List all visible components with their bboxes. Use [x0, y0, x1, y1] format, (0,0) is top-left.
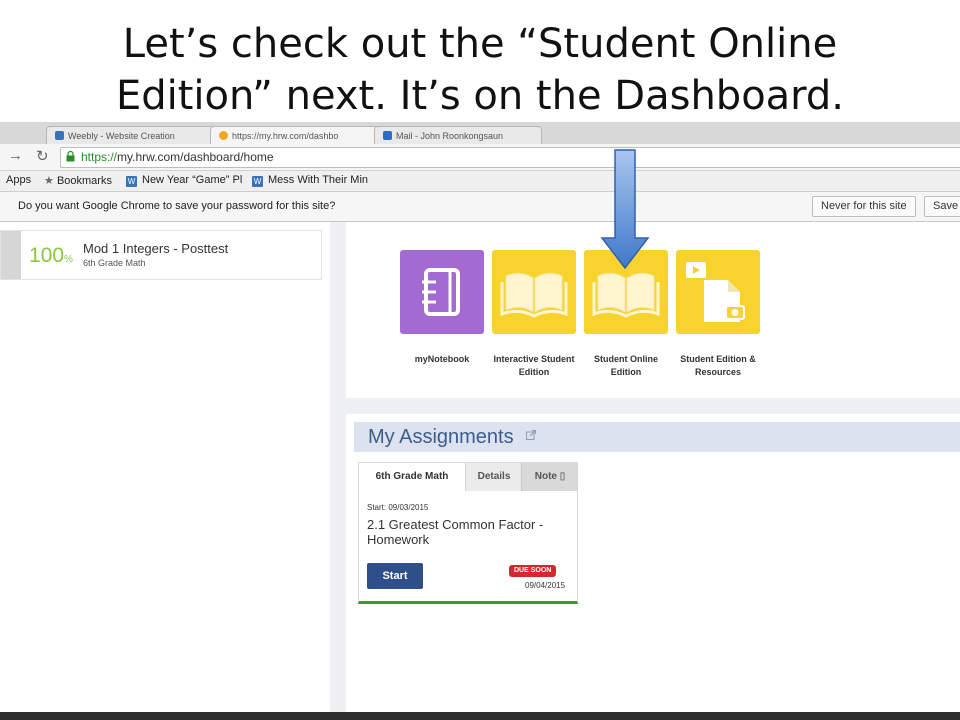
- tab-mail[interactable]: Mail - John Roonkongsaun: [374, 126, 542, 144]
- tab-mail-label: Mail - John Roonkongsaun: [396, 131, 504, 141]
- weebly-favicon-icon: [55, 131, 64, 140]
- url-path: my.hrw.com/dashboard/home: [117, 150, 274, 164]
- wordpress-icon: W: [252, 176, 263, 187]
- slide-title: Let’s check out the “Student Online Edit…: [0, 18, 960, 122]
- tab-hrw[interactable]: https://my.hrw.com/dashbo: [210, 126, 378, 144]
- tab-note[interactable]: Note ▯: [521, 463, 578, 491]
- app-tile-student-edition-resources[interactable]: [676, 250, 760, 334]
- browser-tabstrip: Weebly - Website Creation https://my.hrw…: [0, 122, 960, 144]
- assignment-start-button[interactable]: Start: [367, 563, 423, 589]
- bookmark-apps[interactable]: Apps: [6, 174, 31, 186]
- dashboard-page: 100% Mod 1 Integers - Posttest 6th Grade…: [0, 222, 960, 712]
- password-infobar: Do you want Google Chrome to save your p…: [0, 192, 960, 222]
- left-column: 100% Mod 1 Integers - Posttest 6th Grade…: [0, 222, 330, 712]
- result-subtitle: 6th Grade Math: [83, 258, 146, 268]
- url-scheme: https://: [81, 150, 118, 164]
- bookmark-mess-with-their-mind[interactable]: W Mess With Their Min: [252, 174, 368, 187]
- assignment-name: 2.1 Greatest Common Factor - Homework: [367, 517, 544, 547]
- mail-favicon-icon: [383, 131, 392, 140]
- due-soon-badge: DUE SOON: [509, 565, 557, 577]
- lock-icon: [66, 151, 75, 162]
- hrw-favicon-icon: [219, 131, 228, 140]
- app-label-mynotebook-line1: myNotebook: [414, 354, 470, 364]
- bookmark-mess-label: Mess With Their Min: [268, 174, 369, 186]
- right-column: myNotebook Interactive Student Edition S…: [330, 222, 960, 712]
- apps-panel: myNotebook Interactive Student Edition S…: [346, 222, 960, 398]
- notebook-icon: [422, 268, 460, 316]
- app-label-mynotebook: myNotebook: [394, 353, 490, 366]
- open-book-icon: [500, 272, 568, 318]
- never-for-this-site-button[interactable]: Never for this site: [812, 196, 916, 217]
- tab-weebly[interactable]: Weebly - Website Creation: [46, 126, 214, 144]
- media-document-icon: [686, 262, 745, 322]
- address-bar: → ↻ https://my.hrw.com/dashboard/home: [0, 144, 960, 171]
- url-field[interactable]: https://my.hrw.com/dashboard/home: [60, 147, 960, 168]
- star-icon: ★: [44, 175, 54, 187]
- app-label-ser-line1: Student Edition &: [680, 354, 756, 364]
- assignment-card: 6th Grade Math Details Note ▯ Start: 09/…: [358, 462, 578, 604]
- bookmark-new-year-game[interactable]: W New Year “Game” Pl: [126, 174, 242, 187]
- slide-title-line-1: Let’s check out the “Student Online: [122, 21, 838, 67]
- tab-details[interactable]: Details: [465, 463, 522, 491]
- bookmarks-label: Bookmarks: [56, 175, 112, 187]
- wordpress-icon: W: [126, 176, 137, 187]
- assignments-title[interactable]: My Assignments: [368, 426, 514, 449]
- bookmarks-bar: Apps ★ Bookmarks W New Year “Game” Pl W Me…: [0, 171, 960, 192]
- slide-title-line-2: Edition” next. It’s on the Dashboard.: [115, 73, 845, 119]
- tab-hrw-label: https://my.hrw.com/dashbo: [232, 131, 339, 141]
- bookmarks-folder[interactable]: ★ Bookmarks: [44, 174, 112, 187]
- app-label-ise-line1: Interactive Student: [493, 354, 575, 364]
- assignment-due-date: 09/04/2015: [525, 581, 566, 590]
- result-percent-sign: %: [64, 254, 73, 265]
- result-card[interactable]: 100% Mod 1 Integers - Posttest 6th Grade…: [0, 230, 322, 280]
- result-title: Mod 1 Integers - Posttest: [83, 241, 229, 256]
- note-icon: ▯: [559, 471, 566, 482]
- assignments-header: My Assignments: [354, 422, 960, 452]
- tab-6th-grade-math[interactable]: 6th Grade Math: [359, 463, 465, 491]
- app-label-student-edition-resources: Student Edition & Resources: [670, 353, 766, 379]
- save-password-button[interactable]: Save: [924, 196, 960, 217]
- result-stripe: [1, 231, 21, 279]
- assignment-start-date: Start: 09/03/2015: [367, 503, 429, 512]
- app-label-student-online-edition: Student Online Edition: [578, 353, 674, 379]
- url-text: https://my.hrw.com/dashboard/home: [81, 150, 274, 164]
- bookmark-new-year-game-label: New Year “Game” Pl: [142, 174, 243, 186]
- app-label-interactive-student-edition: Interactive Student Edition: [486, 353, 582, 379]
- reload-icon[interactable]: ↻: [36, 147, 49, 165]
- app-label-soe-line1: Student Online: [594, 354, 658, 364]
- app-label-ser-line2: Resources: [694, 367, 742, 377]
- assignments-panel: My Assignments 6th Grade Math Details No…: [346, 414, 960, 712]
- app-tile-interactive-student-edition[interactable]: [492, 250, 576, 334]
- app-label-soe-line2: Edition: [610, 367, 642, 377]
- tab-weebly-label: Weebly - Website Creation: [68, 131, 175, 141]
- tab-note-label: Note: [534, 471, 557, 482]
- os-taskbar: [0, 712, 960, 720]
- result-percent: 100%: [29, 244, 73, 268]
- infobar-message: Do you want Google Chrome to save your p…: [18, 200, 336, 212]
- external-link-icon[interactable]: [526, 430, 536, 440]
- forward-icon[interactable]: →: [8, 147, 23, 164]
- annotation-arrow-icon: [600, 149, 650, 270]
- app-tile-mynotebook[interactable]: [400, 250, 484, 334]
- app-label-ise-line2: Edition: [518, 367, 550, 377]
- result-percent-value: 100: [29, 244, 65, 267]
